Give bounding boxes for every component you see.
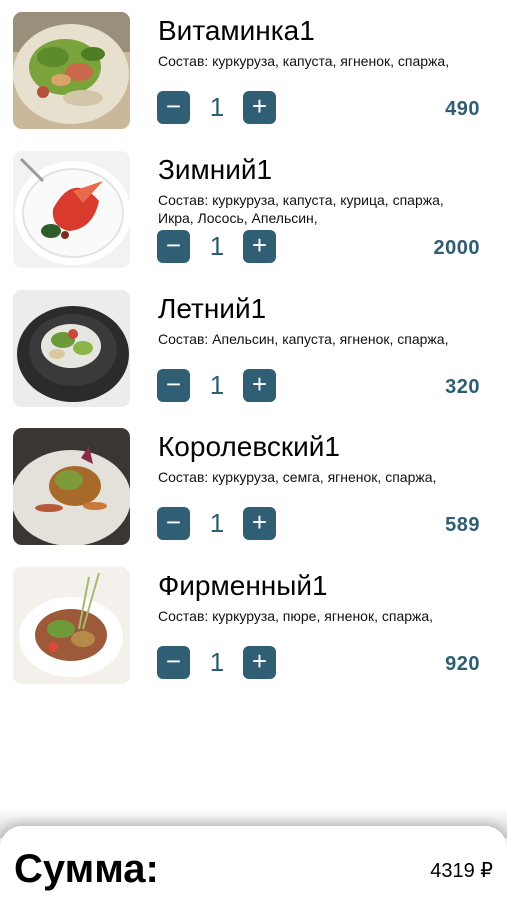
dish-photo [13,151,130,268]
dish-name: Фирменный1 [158,570,328,601]
dish-price: 490 [445,98,480,120]
dish-name: Витаминка1 [158,15,315,46]
cart-item: Зимний1 Состав: куркуруза, капуста, кури… [0,151,507,271]
increase-quantity-button[interactable]: + [243,91,276,124]
decrease-quantity-button[interactable]: − [157,507,190,540]
dish-name: Королевский1 [158,431,340,462]
quantity-value: 1 [209,647,225,677]
quantity-value: 1 [209,370,225,400]
dish-price: 320 [445,376,480,398]
total-amount: 4319 ₽ [430,860,493,882]
cart-screen: Витаминка1 Состав: куркуруза, капуста, я… [0,0,507,900]
cart-item: Королевский1 Состав: куркуруза, семга, я… [0,428,507,548]
dish-composition: Состав: куркуруза, пюре, ягненок, спаржа… [158,608,434,624]
total-footer: Сумма: 4319 ₽ [0,826,507,900]
increase-quantity-button[interactable]: + [243,507,276,540]
dish-photo [13,567,130,684]
increase-quantity-button[interactable]: + [243,646,276,679]
dish-photo [13,12,130,129]
decrease-quantity-button[interactable]: − [157,230,190,263]
increase-quantity-button[interactable]: + [243,230,276,263]
dish-photo [13,428,130,545]
cart-item: Летний1 Состав: Апельсин, капуста, ягнен… [0,290,507,410]
decrease-quantity-button[interactable]: − [157,369,190,402]
dish-composition: Состав: Апельсин, капуста, ягненок, спар… [158,331,449,347]
decrease-quantity-button[interactable]: − [157,91,190,124]
dish-price: 2000 [433,237,480,259]
quantity-value: 1 [209,508,225,538]
dish-name: Зимний1 [158,154,273,185]
quantity-value: 1 [209,231,225,261]
dish-price: 589 [445,514,480,536]
cart-item: Витаминка1 Состав: куркуруза, капуста, я… [0,12,507,132]
dish-composition: Состав: куркуруза, капуста, курица, спар… [158,192,444,226]
total-label: Сумма: [14,847,159,891]
dish-photo [13,290,130,407]
increase-quantity-button[interactable]: + [243,369,276,402]
dish-composition: Состав: куркуруза, семга, ягненок, спарж… [158,469,437,485]
dish-composition: Состав: куркуруза, капуста, ягненок, спа… [158,53,450,69]
dish-name: Летний1 [158,293,267,324]
dish-price: 920 [445,653,480,675]
decrease-quantity-button[interactable]: − [157,646,190,679]
quantity-value: 1 [209,92,225,122]
cart-item: Фирменный1 Состав: куркуруза, пюре, ягне… [0,567,507,687]
